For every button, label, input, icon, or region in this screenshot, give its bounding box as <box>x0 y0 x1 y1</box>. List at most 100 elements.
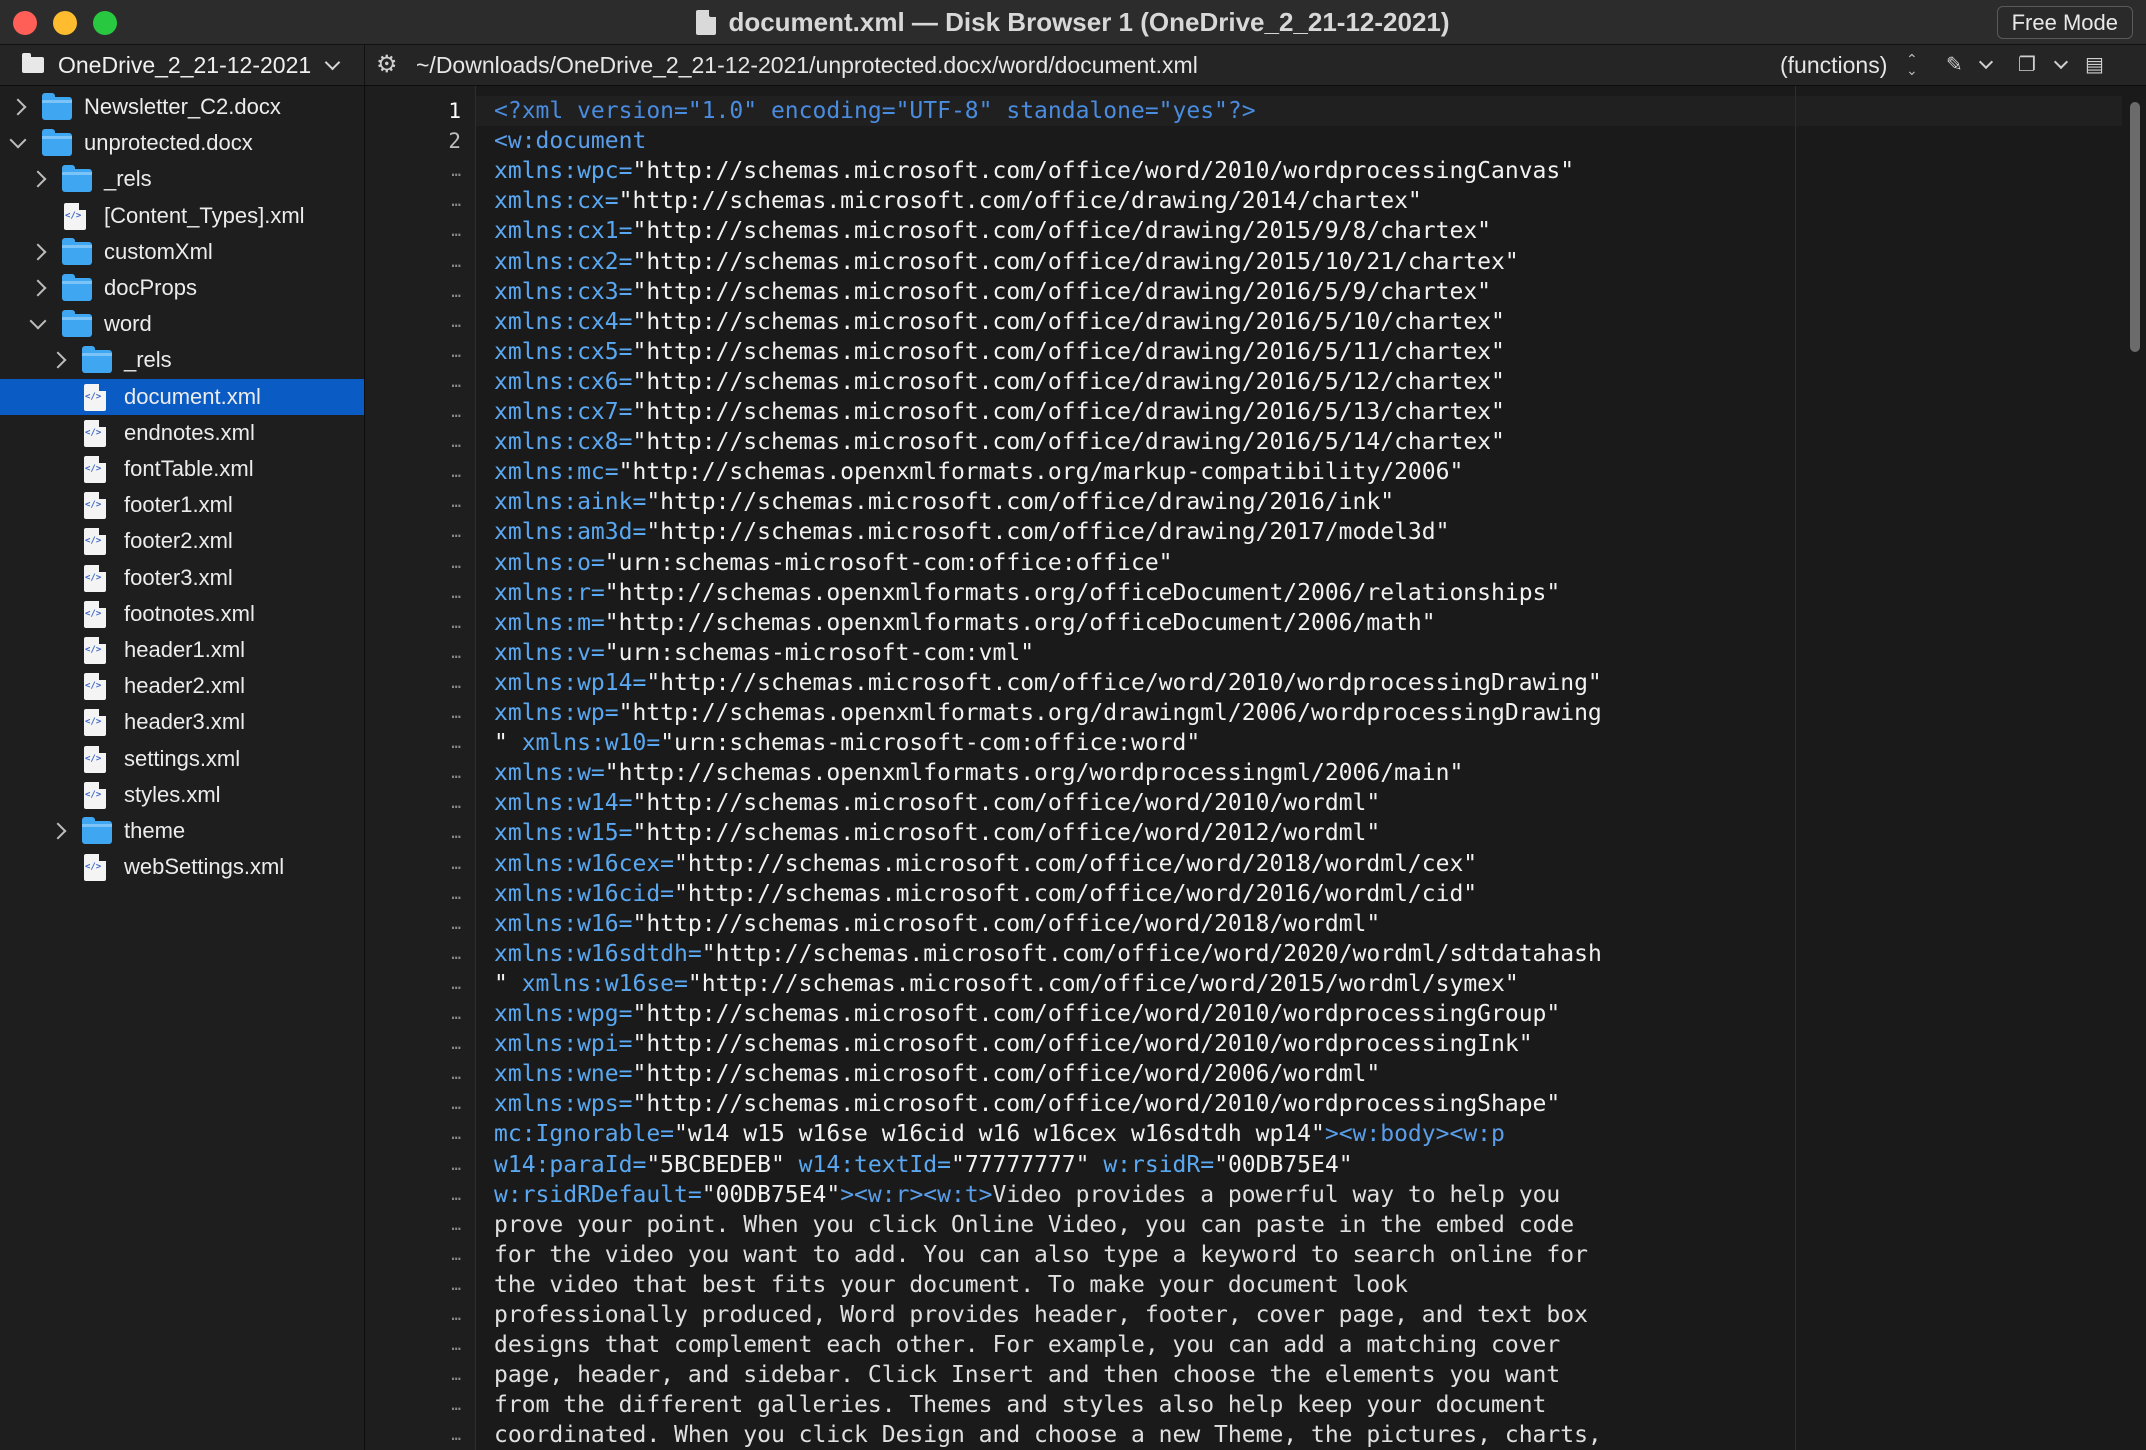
tree-folder[interactable]: theme <box>0 813 364 849</box>
chevron-down-icon[interactable] <box>9 131 27 149</box>
code-line: xmlns:o="urn:schemas-microsoft-com:offic… <box>494 548 1173 578</box>
folder-icon <box>62 237 92 265</box>
updown-chevron-icon: ⌃ ⌄ <box>1906 51 1918 78</box>
code-line: xmlns:wp14="http://schemas.microsoft.com… <box>494 668 1602 698</box>
tree-folder[interactable]: _rels <box>0 161 364 197</box>
chevron-right-icon[interactable] <box>49 351 67 369</box>
tree-file[interactable]: fontTable.xml <box>0 451 364 487</box>
line-number: … <box>451 1274 461 1294</box>
line-number: … <box>451 703 461 722</box>
tree-folder[interactable]: _rels <box>0 342 364 378</box>
tree-item-label: settings.xml <box>124 745 241 771</box>
line-number: … <box>451 1214 461 1234</box>
tree-file[interactable]: footer3.xml <box>0 560 364 596</box>
app-window: document.xml — Disk Browser 1 (OneDrive_… <box>0 0 2146 1450</box>
tree-file[interactable]: footer2.xml <box>0 523 364 559</box>
code-token: "http://schemas.openxmlformats.org/marku… <box>618 459 1464 486</box>
volume-popup[interactable]: OneDrive_2_21-12-2021 <box>0 45 365 85</box>
line-number: … <box>451 793 461 813</box>
tree-folder[interactable]: customXml <box>0 234 364 270</box>
code-line: xmlns:cx7="http://schemas.microsoft.com/… <box>494 397 1505 427</box>
code-line: <w:document <box>494 126 646 156</box>
line-number: … <box>451 371 461 391</box>
tree-folder[interactable]: word <box>0 306 364 342</box>
code-token: w:rsidRDefault= <box>494 1181 702 1208</box>
tree-file[interactable]: header3.xml <box>0 704 364 740</box>
chevron-right-icon[interactable] <box>49 822 67 840</box>
close-window-button[interactable] <box>13 11 37 35</box>
tree-file[interactable]: [Content_Types].xml <box>0 198 364 234</box>
code-line: w:rsidRDefault="00DB75E4"><w:r><w:t>Vide… <box>494 1180 1560 1210</box>
tree-folder[interactable]: unprotected.docx <box>0 125 364 161</box>
xml-file-icon <box>84 564 106 592</box>
gear-icon[interactable]: ⚙ <box>376 53 398 77</box>
code-token: xmlns:cx7= <box>494 399 633 425</box>
tree-item-label: Newsletter_C2.docx <box>84 94 281 119</box>
vertical-scrollbar[interactable] <box>2122 86 2146 1450</box>
code-token: "http://schemas.microsoft.com/office/wor… <box>632 790 1381 817</box>
code-line: xmlns:am3d="http://schemas.microsoft.com… <box>494 517 1449 547</box>
code-token: page, header, and sidebar. Click Insert … <box>494 1362 1561 1389</box>
chevron-right-icon[interactable] <box>29 170 47 188</box>
tree-file[interactable]: endnotes.xml <box>0 415 364 451</box>
tree-file[interactable]: styles.xml <box>0 777 364 813</box>
code-token: "http://schemas.openxmlformats.org/wordp… <box>604 760 1464 787</box>
code-line: for the video you want to add. You can a… <box>494 1240 1588 1270</box>
chevron-down-icon[interactable] <box>29 312 47 330</box>
zoom-window-button[interactable] <box>93 11 117 35</box>
code-token: mc:Ignorable= <box>494 1121 675 1148</box>
code-token: xmlns:w16se= <box>521 970 688 997</box>
tree-file[interactable]: footer1.xml <box>0 487 364 523</box>
line-number: … <box>451 973 461 993</box>
code-token: xmlns:aink= <box>494 489 647 516</box>
code-line: page, header, and sidebar. Click Insert … <box>494 1360 1560 1390</box>
line-number-gutter: 1 2 … … … … … … … … … … … … … … … … … … … … … … … … … … … … … … … … … … … … … …… <box>365 86 476 1450</box>
line-number: … <box>451 1094 461 1114</box>
tree-file[interactable]: settings.xml <box>0 741 364 777</box>
tree-file[interactable]: header2.xml <box>0 668 364 704</box>
tree-item-label: _rels <box>124 347 172 373</box>
chevron-down-icon[interactable] <box>1978 54 1994 70</box>
line-number: … <box>451 221 461 241</box>
code-line: xmlns:cx4="http://schemas.microsoft.com/… <box>494 307 1505 337</box>
line-number: … <box>451 1004 461 1023</box>
chevron-right-icon[interactable] <box>29 243 47 261</box>
xml-file-icon <box>84 492 106 520</box>
chevron-right-icon[interactable] <box>9 98 27 116</box>
code-token: "urn:schemas-microsoft-com:vml" <box>604 639 1035 666</box>
code-token: xmlns:cx5= <box>494 338 633 365</box>
file-info-icon[interactable]: ▤ <box>2085 54 2104 76</box>
tree-item-label: document.xml <box>124 383 261 409</box>
code-token: <?xml version="1.0" encoding="UTF-8" sta… <box>494 98 1256 124</box>
line-number: … <box>451 913 461 933</box>
code-line: the video that best fits your document. … <box>494 1270 1408 1300</box>
tree-folder[interactable]: Newsletter_C2.docx <box>0 89 364 125</box>
code-editor[interactable]: 1 2 … … … … … … … … … … … … … … … … … … … … … … … … … … … … … … … … … … … … … …… <box>365 86 2146 1450</box>
pencil-icon[interactable]: ✎ <box>1946 54 1963 76</box>
line-number: … <box>451 191 461 211</box>
chevron-down-icon[interactable] <box>2053 54 2069 70</box>
tree-file[interactable]: webSettings.xml <box>0 849 364 885</box>
tree-item-label: docProps <box>104 275 197 300</box>
tree-file[interactable]: footnotes.xml <box>0 596 364 632</box>
free-mode-button[interactable]: Free Mode <box>1996 6 2133 39</box>
code-token: "http://schemas.microsoft.com/office/dra… <box>632 248 1519 275</box>
tree-file[interactable]: header1.xml <box>0 632 364 668</box>
xml-file-icon <box>84 745 106 773</box>
code-token: "http://schemas.microsoft.com/office/dra… <box>646 489 1395 516</box>
tree-file[interactable]: document.xml <box>0 378 364 415</box>
minimize-window-button[interactable] <box>53 11 77 35</box>
code-line: xmlns:w16cex="http://schemas.microsoft.c… <box>494 849 1477 879</box>
functions-popup[interactable]: (functions) <box>1780 45 1887 85</box>
copy-icon[interactable]: ❐ <box>2018 54 2036 76</box>
code-token: from the different galleries. Themes and… <box>494 1392 1547 1419</box>
code-token: xmlns:w14= <box>494 790 633 817</box>
chevron-right-icon[interactable] <box>29 279 47 297</box>
tree-folder[interactable]: docProps <box>0 270 364 306</box>
code-line: xmlns:r="http://schemas.openxmlformats.o… <box>494 578 1560 608</box>
tree-item-label: _rels <box>104 166 152 192</box>
code-token: xmlns:am3d= <box>494 519 647 546</box>
scroll-thumb[interactable] <box>2130 102 2140 352</box>
code-token: xmlns:w10= <box>521 730 661 757</box>
line-number: … <box>451 883 461 903</box>
